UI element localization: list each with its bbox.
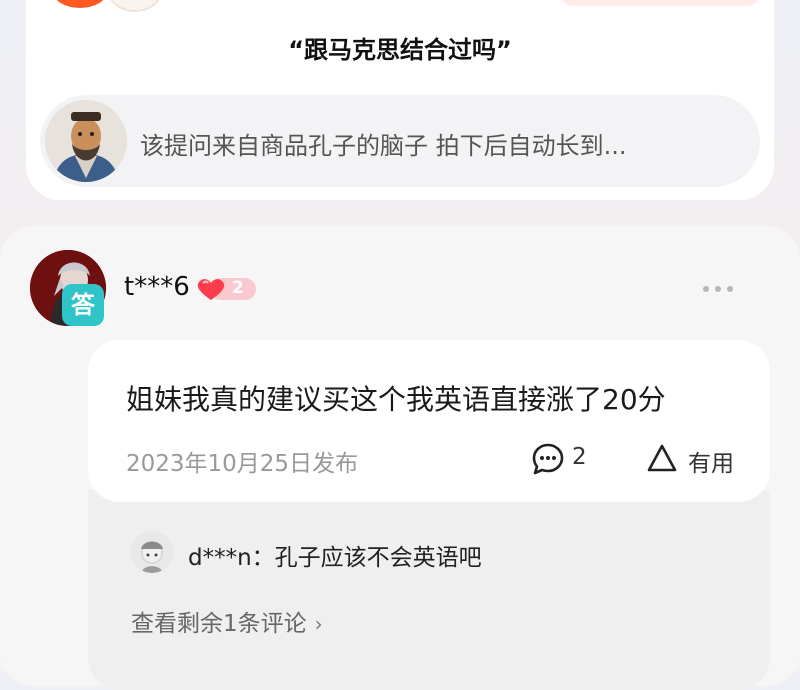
- comment-count[interactable]: 2: [572, 444, 587, 470]
- heart-level-icon: [196, 276, 258, 302]
- question-title: “跟马克思结合过吗”: [288, 36, 512, 64]
- useful-icon[interactable]: [646, 442, 678, 474]
- useful-button[interactable]: 有用: [688, 444, 734, 478]
- replier-avatar[interactable]: [131, 531, 173, 573]
- reply-panel: [88, 490, 770, 690]
- question-source-text[interactable]: 该提问来自商品孔子的脑子 拍下后自动长到...: [140, 126, 627, 161]
- reply-text: d***n：孔子应该不会英语吧: [188, 545, 482, 571]
- answer-badge: 答: [62, 284, 104, 326]
- product-avatar: [45, 100, 127, 182]
- chevron-right-icon: ›: [314, 612, 323, 636]
- top-action-pill[interactable]: [560, 0, 760, 6]
- view-more-label: 查看剩余1条评论: [131, 611, 307, 637]
- level-number: 2: [232, 278, 244, 298]
- answerer-username[interactable]: t***6: [124, 272, 190, 302]
- answer-text: 姐妹我真的建议买这个我英语直接涨了20分: [126, 383, 666, 416]
- view-more-comments-link[interactable]: 查看剩余1条评论 ›: [131, 604, 323, 638]
- answer-date: 2023年10月25日发布: [126, 451, 359, 477]
- comment-icon[interactable]: [531, 442, 565, 476]
- more-icon[interactable]: [700, 276, 740, 302]
